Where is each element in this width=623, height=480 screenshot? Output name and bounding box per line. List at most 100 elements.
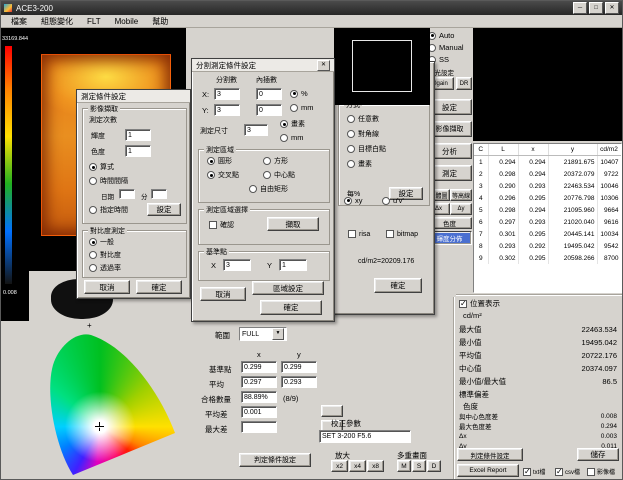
- table-row[interactable]: 90.3020.295 20598.2668700: [474, 252, 621, 264]
- measurement-table[interactable]: C L x y cd/m2 10.2940.294 21891.67510407…: [473, 143, 622, 293]
- window-control-button[interactable]: ✕: [605, 2, 619, 14]
- risa-checkbox[interactable]: risa: [348, 230, 370, 238]
- y-division-input[interactable]: 3: [214, 104, 240, 116]
- table-row[interactable]: 10.2940.294 21891.67510407: [474, 156, 621, 169]
- x-interp-input[interactable]: 0: [256, 88, 282, 100]
- ok-button[interactable]: 確定: [136, 280, 182, 294]
- table-row[interactable]: 80.2930.292 19495.0429542: [474, 240, 621, 252]
- menu-item[interactable]: 組態變化: [34, 15, 80, 28]
- dr-button[interactable]: DR: [456, 77, 472, 90]
- dialog-title-bar[interactable]: 分割測定條件設定 ✕: [192, 59, 334, 72]
- base-y-input[interactable]: 1: [279, 259, 307, 271]
- area-set-button[interactable]: 區域設定: [252, 281, 324, 295]
- mode-option[interactable]: 任意數: [347, 111, 386, 126]
- radio-icon: [347, 130, 355, 138]
- zoom-button[interactable]: x4: [349, 460, 366, 472]
- pass-ratio: (8/9): [283, 394, 298, 403]
- delta-y-button[interactable]: Δy: [450, 203, 472, 215]
- range-select[interactable]: FULL ▼: [239, 327, 287, 341]
- size-label: 測定尺寸: [200, 126, 228, 136]
- mode-option[interactable]: 對角線: [347, 126, 386, 141]
- split-cancel-button[interactable]: 取消: [200, 287, 246, 301]
- window-control-button[interactable]: ─: [573, 2, 587, 14]
- save-button[interactable]: 儲存: [577, 448, 619, 461]
- contour-button[interactable]: 等高線: [450, 189, 472, 201]
- checkbox-icon: [459, 300, 467, 308]
- cie-diagram-panel[interactable]: +: [31, 323, 186, 480]
- uv-radio[interactable]: u'v': [382, 196, 404, 205]
- y-interp-input[interactable]: 0: [256, 104, 282, 116]
- radio-icon: [344, 197, 352, 205]
- radio-icon: [347, 160, 355, 168]
- multi-screen-button[interactable]: M: [397, 460, 411, 472]
- multi-screen-button[interactable]: D: [427, 460, 441, 472]
- judge-condition-button[interactable]: 判定條件設定: [239, 453, 311, 467]
- base-y-label: Y: [267, 261, 272, 270]
- date-input[interactable]: [119, 189, 135, 199]
- transmittance-radio[interactable]: 透過率: [89, 263, 121, 273]
- size-unit-pixel-radio[interactable]: 畫素: [280, 119, 305, 129]
- formula-radio[interactable]: 算式: [89, 162, 114, 172]
- interval-radio[interactable]: 時間間隔: [89, 176, 128, 186]
- chroma-label: 色度: [91, 147, 105, 157]
- zoom-button[interactable]: x8: [367, 460, 384, 472]
- menu-item[interactable]: Mobile: [108, 16, 146, 27]
- center-point-radio[interactable]: 中心點: [263, 170, 295, 180]
- reference-thumbnail[interactable]: [334, 28, 430, 105]
- zoom-button[interactable]: x2: [331, 460, 348, 472]
- xy-radio[interactable]: xy: [344, 196, 363, 205]
- contrast-radio[interactable]: 對比度: [89, 250, 121, 260]
- exposure-mode-manual[interactable]: Manual: [428, 43, 464, 52]
- table-row[interactable]: 50.2980.294 21095.9609664: [474, 204, 621, 216]
- mode-option[interactable]: 目標白點: [347, 141, 386, 156]
- mode-option[interactable]: 畫素: [347, 156, 386, 171]
- area-capture-button[interactable]: 擷取: [267, 217, 319, 231]
- title-bar[interactable]: ACE3-200 ─□✕: [1, 1, 622, 15]
- menu-item[interactable]: FLT: [80, 16, 108, 27]
- stats-judge-button[interactable]: 判定條件設定: [457, 448, 523, 461]
- confirm-checkbox[interactable]: 確認: [209, 220, 234, 230]
- unit-percent-radio[interactable]: %: [290, 89, 308, 98]
- chroma-count-input[interactable]: 1: [125, 145, 151, 157]
- ref-x-input[interactable]: 0.299: [241, 361, 277, 373]
- excel-report-button[interactable]: Excel Report: [457, 464, 519, 477]
- size-unit-mm-radio[interactable]: mm: [280, 133, 304, 142]
- lum-count-input[interactable]: 1: [125, 129, 151, 141]
- bitmap-checkbox[interactable]: bitmap: [386, 230, 418, 238]
- position-display-checkbox[interactable]: 位置表示: [459, 298, 500, 309]
- blank-indicator-button[interactable]: [321, 405, 343, 417]
- dialog-title-bar[interactable]: 測定條件設定: [77, 90, 190, 103]
- menu-item[interactable]: 檔案: [4, 15, 34, 28]
- x-division-input[interactable]: 3: [214, 88, 240, 100]
- normal-radio[interactable]: 一般: [89, 237, 114, 247]
- square-radio[interactable]: 方形: [263, 156, 288, 166]
- base-x-input[interactable]: 3: [223, 259, 251, 271]
- table-row[interactable]: 30.2900.293 22463.53410046: [474, 180, 621, 192]
- time-set-button[interactable]: 設定: [147, 203, 181, 216]
- table-row[interactable]: 40.2960.295 20776.79810306: [474, 192, 621, 204]
- free-rect-radio[interactable]: 自由矩形: [249, 184, 288, 194]
- csv-file-checkbox[interactable]: csv檔: [555, 467, 580, 476]
- fixed-time-radio[interactable]: 指定時間: [89, 205, 128, 215]
- table-row[interactable]: 20.2980.294 20372.0799722: [474, 168, 621, 180]
- ref-y-input[interactable]: 0.299: [281, 361, 317, 373]
- size-input[interactable]: 3: [244, 124, 268, 136]
- camera-preview[interactable]: [473, 28, 622, 141]
- window-control-button[interactable]: □: [589, 2, 603, 14]
- image-file-checkbox[interactable]: 影像檔: [587, 467, 615, 476]
- multi-screen-button[interactable]: S: [412, 460, 426, 472]
- cancel-button[interactable]: 取消: [84, 280, 130, 294]
- unit-mm-radio[interactable]: mm: [290, 103, 314, 112]
- exposure-mode-auto[interactable]: Auto: [428, 31, 454, 40]
- cross-point-radio[interactable]: 交叉點: [207, 170, 239, 180]
- close-icon[interactable]: ✕: [317, 60, 330, 71]
- table-row[interactable]: 60.2970.293 21020.0409616: [474, 216, 621, 228]
- stat-row: 中心值20374.097: [459, 362, 617, 375]
- split-ok-button[interactable]: 確定: [260, 300, 322, 315]
- menu-item[interactable]: 幫助: [145, 15, 175, 28]
- circle-radio[interactable]: 圓形: [207, 156, 232, 166]
- table-row[interactable]: 70.3010.295 20445.14110034: [474, 228, 621, 240]
- mode-ok-button[interactable]: 確定: [374, 278, 422, 293]
- minute-input[interactable]: [151, 189, 167, 199]
- txt-file-checkbox[interactable]: txt檔: [523, 467, 545, 476]
